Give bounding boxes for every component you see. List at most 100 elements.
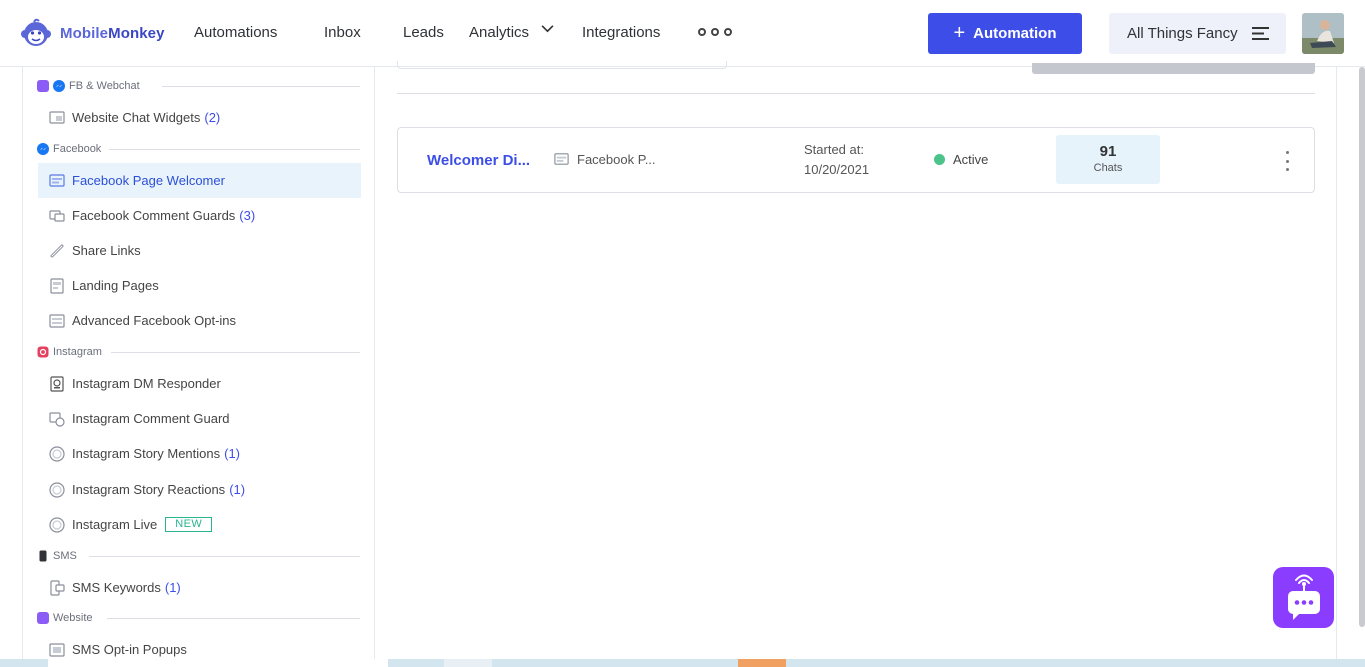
workspace-switcher[interactable]: All Things Fancy bbox=[1109, 13, 1286, 54]
item-label: Instagram Live bbox=[72, 517, 158, 532]
section-sms: SMS bbox=[37, 549, 361, 563]
kebab-menu-icon[interactable] bbox=[1281, 151, 1293, 171]
messenger-icon bbox=[37, 143, 49, 155]
started-at-label: Started at: bbox=[804, 142, 864, 157]
instagram-icon bbox=[37, 346, 49, 358]
story-icon bbox=[49, 481, 65, 498]
taskbar-window[interactable] bbox=[444, 659, 492, 667]
sidebar-item-advanced-facebook-opt-ins[interactable]: Advanced Facebook Opt-ins bbox=[38, 303, 361, 338]
monkey-logo-icon bbox=[21, 18, 51, 46]
item-label: Facebook Page Welcomer bbox=[72, 173, 225, 188]
status-badge: Active bbox=[934, 152, 988, 167]
sidebar-item-facebook-comment-guards[interactable]: Facebook Comment Guards (3) bbox=[38, 198, 361, 233]
sidebar-item-sms-opt-in-popups[interactable]: SMS Opt-in Popups bbox=[38, 632, 361, 659]
started-at-date: 10/20/2021 bbox=[804, 162, 870, 177]
item-label: Instagram Story Reactions bbox=[72, 482, 226, 497]
item-label: Advanced Facebook Opt-ins bbox=[72, 313, 237, 328]
plus-icon: + bbox=[953, 21, 966, 44]
item-label: Instagram Comment Guard bbox=[72, 411, 230, 426]
mobilemonkey-logo[interactable]: MobileMonkey bbox=[20, 16, 165, 50]
section-label: SMS bbox=[53, 550, 77, 562]
chevron-down-icon bbox=[541, 25, 554, 33]
chat-broadcast-icon bbox=[1288, 574, 1320, 620]
section-label: Instagram bbox=[53, 346, 102, 358]
new-badge: NEW bbox=[165, 517, 213, 532]
item-label: Share Links bbox=[72, 243, 141, 258]
section-label: FB & Webchat bbox=[69, 80, 140, 92]
item-label: Website Chat Widgets bbox=[72, 110, 201, 125]
popup-icon bbox=[49, 642, 65, 657]
page-welcomer-icon bbox=[49, 173, 65, 187]
section-label: Facebook bbox=[53, 143, 102, 155]
item-count: (1) bbox=[164, 580, 181, 595]
automation-row[interactable]: Welcomer Di... Facebook P... Started at:… bbox=[397, 127, 1315, 193]
menu-lines-icon bbox=[1252, 27, 1269, 40]
item-label: SMS Opt-in Popups bbox=[72, 642, 187, 657]
chat-launcher-button[interactable] bbox=[1273, 567, 1334, 628]
item-label: SMS Keywords bbox=[72, 580, 161, 595]
messenger-icon bbox=[53, 80, 65, 92]
item-count: (1) bbox=[229, 482, 246, 497]
toolbar-button[interactable] bbox=[1032, 63, 1315, 74]
nav-leads[interactable]: Leads bbox=[403, 23, 444, 43]
avatar-photo bbox=[1302, 13, 1344, 54]
sidebar-item-sms-keywords[interactable]: SMS Keywords (1) bbox=[38, 570, 361, 605]
story-icon bbox=[49, 445, 65, 462]
story-icon bbox=[49, 516, 65, 533]
sidebar-item-instagram-comment-guard[interactable]: Instagram Comment Guard bbox=[38, 401, 361, 436]
comment-guard-icon bbox=[49, 209, 65, 222]
landing-page-icon bbox=[50, 277, 64, 294]
sidebar-item-website-chat-widgets[interactable]: Website Chat Widgets (2) bbox=[38, 100, 361, 135]
sms-keywords-icon bbox=[50, 579, 65, 596]
sidebar-item-instagram-live[interactable]: Instagram Live NEW bbox=[38, 507, 361, 542]
sidebar-item-facebook-page-welcomer[interactable]: Facebook Page Welcomer bbox=[38, 163, 361, 198]
status-dot-icon bbox=[934, 154, 945, 165]
sidebar-item-share-links[interactable]: Share Links bbox=[38, 233, 361, 268]
sidebar-item-instagram-dm-responder[interactable]: Instagram DM Responder bbox=[38, 366, 361, 401]
logo-text: MobileMonkey bbox=[60, 24, 165, 42]
divider bbox=[397, 93, 1315, 94]
page-welcomer-icon bbox=[554, 153, 569, 165]
nav-inbox[interactable]: Inbox bbox=[324, 23, 361, 43]
nav-analytics[interactable]: Analytics bbox=[469, 23, 554, 43]
more-dots-icon[interactable] bbox=[698, 28, 732, 36]
status-label: Active bbox=[953, 152, 989, 167]
item-label: Landing Pages bbox=[72, 278, 159, 293]
phone-icon bbox=[39, 550, 47, 562]
new-automation-label: Automation bbox=[973, 25, 1057, 42]
item-label: Instagram DM Responder bbox=[72, 376, 221, 391]
link-icon bbox=[50, 244, 64, 257]
nav-automations[interactable]: Automations bbox=[194, 23, 277, 43]
nav-integrations[interactable]: Integrations bbox=[582, 23, 660, 43]
sidebar-item-instagram-story-mentions[interactable]: Instagram Story Mentions (1) bbox=[38, 436, 361, 471]
item-count: (3) bbox=[239, 208, 256, 223]
item-count: (1) bbox=[224, 446, 241, 461]
page-scrollbar[interactable] bbox=[1359, 67, 1365, 627]
comment-guard-icon bbox=[49, 411, 65, 427]
sidebar-item-instagram-story-reactions[interactable]: Instagram Story Reactions (1) bbox=[38, 472, 361, 507]
top-navigation-bar: MobileMonkey Automations Inbox Leads Ana… bbox=[0, 0, 1365, 67]
section-label: Website bbox=[53, 612, 93, 624]
automation-type: Facebook P... bbox=[553, 151, 656, 168]
chat-widget-icon bbox=[49, 110, 65, 124]
section-instagram: Instagram bbox=[37, 345, 361, 359]
opt-in-icon bbox=[49, 313, 65, 328]
automation-type-label: Facebook P... bbox=[577, 152, 656, 167]
webchat-icon bbox=[37, 80, 49, 92]
os-taskbar bbox=[0, 659, 1365, 667]
item-label: Instagram Story Mentions bbox=[72, 446, 221, 461]
search-input[interactable] bbox=[397, 61, 727, 69]
automation-types-sidebar: FB & Webchat Website Chat Widgets (2) Fa… bbox=[22, 67, 375, 659]
automation-title[interactable]: Welcomer Di... bbox=[427, 152, 530, 169]
item-label: Facebook Comment Guards bbox=[72, 208, 236, 223]
taskbar-window[interactable] bbox=[48, 659, 388, 667]
new-automation-button[interactable]: + Automation bbox=[928, 13, 1082, 54]
taskbar-window[interactable] bbox=[738, 659, 786, 667]
user-avatar[interactable] bbox=[1302, 13, 1344, 54]
workspace-name: All Things Fancy bbox=[1127, 25, 1238, 42]
chats-stat: 91 Chats bbox=[1056, 135, 1160, 184]
sidebar-item-landing-pages[interactable]: Landing Pages bbox=[38, 268, 361, 303]
chats-label: Chats bbox=[1093, 162, 1123, 174]
chats-count: 91 bbox=[1099, 143, 1117, 160]
dm-responder-icon bbox=[50, 375, 64, 392]
